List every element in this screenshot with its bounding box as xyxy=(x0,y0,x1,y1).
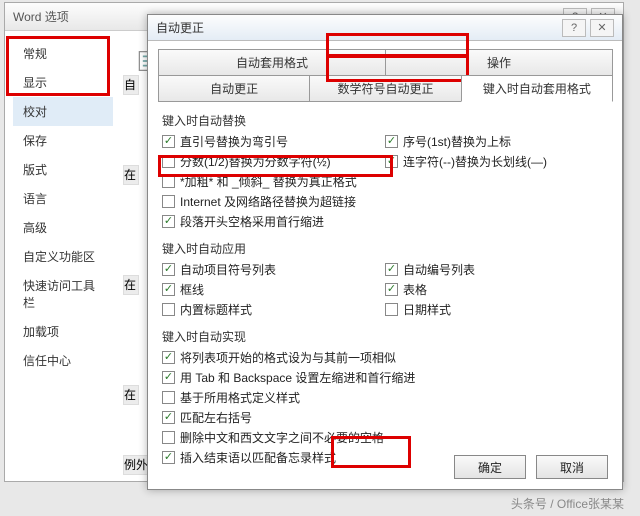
autocorrect-dialog: 自动更正 ? ✕ 自动套用格式 操作 自动更正 数学符号自动更正 键入时自动套用… xyxy=(147,14,623,490)
section-apply: 键入时自动应用 自动项目符号列表 自动编号列表 框线 表格 内置标题样式 日期样… xyxy=(162,240,608,318)
chk-heading-styles[interactable] xyxy=(162,303,175,316)
sidebar-item-general[interactable]: 常规 xyxy=(13,39,113,68)
sidebar-item-trust[interactable]: 信任中心 xyxy=(13,346,113,375)
chk-tab-backspace[interactable] xyxy=(162,371,175,384)
chk-indent[interactable] xyxy=(162,215,175,228)
chk-memo-closing[interactable] xyxy=(162,451,175,464)
chk-number-list[interactable] xyxy=(385,263,398,276)
child-title: 自动更正 xyxy=(156,19,204,36)
chk-bold-italic[interactable] xyxy=(162,175,175,188)
section-title: 键入时自动替换 xyxy=(162,112,608,129)
chk-tables[interactable] xyxy=(385,283,398,296)
section-auto: 键入时自动实现 将列表项开始的格式设为与其前一项相似 用 Tab 和 Backs… xyxy=(162,328,608,466)
chk-fractions[interactable] xyxy=(162,155,175,168)
sidebar: 常规 显示 校对 保存 版式 语言 高级 自定义功能区 快速访问工具栏 加载项 … xyxy=(13,39,113,469)
ok-button[interactable]: 确定 xyxy=(454,455,526,479)
chk-quotes[interactable] xyxy=(162,135,175,148)
chk-ordinals[interactable] xyxy=(385,135,398,148)
tab-autoformat-typing[interactable]: 键入时自动套用格式 xyxy=(461,75,613,102)
tab-actions[interactable]: 操作 xyxy=(385,49,613,76)
parent-title: Word 选项 xyxy=(13,8,69,25)
chk-define-styles[interactable] xyxy=(162,391,175,404)
chk-internet[interactable] xyxy=(162,195,175,208)
sidebar-item-qat[interactable]: 快速访问工具栏 xyxy=(13,271,113,317)
sidebar-item-proofing[interactable]: 校对 xyxy=(13,97,113,126)
sidebar-item-customize-ribbon[interactable]: 自定义功能区 xyxy=(13,242,113,271)
sidebar-item-addins[interactable]: 加载项 xyxy=(13,317,113,346)
child-help-button[interactable]: ? xyxy=(562,19,586,37)
sidebar-item-layout[interactable]: 版式 xyxy=(13,155,113,184)
section-title: 键入时自动应用 xyxy=(162,240,608,257)
chk-brackets[interactable] xyxy=(162,411,175,424)
child-close-button[interactable]: ✕ xyxy=(590,19,614,37)
chk-cjk-spaces[interactable] xyxy=(162,431,175,444)
tabs: 自动套用格式 操作 自动更正 数学符号自动更正 键入时自动套用格式 xyxy=(158,49,612,102)
child-titlebar: 自动更正 ? ✕ xyxy=(148,15,622,41)
chk-borders[interactable] xyxy=(162,283,175,296)
cancel-button[interactable]: 取消 xyxy=(536,455,608,479)
tab-autocorrect[interactable]: 自动更正 xyxy=(158,75,310,102)
sidebar-item-advanced[interactable]: 高级 xyxy=(13,213,113,242)
watermark: 头条号 / Office张某某 xyxy=(511,495,624,512)
button-bar: 确定 取消 xyxy=(454,455,608,479)
tab-math[interactable]: 数学符号自动更正 xyxy=(309,75,461,102)
tab-autoformat[interactable]: 自动套用格式 xyxy=(158,49,386,76)
sidebar-item-language[interactable]: 语言 xyxy=(13,184,113,213)
section-stub: 自 xyxy=(123,75,139,95)
chk-hyphens[interactable] xyxy=(385,155,398,168)
section-title: 键入时自动实现 xyxy=(162,328,608,345)
section-stub: 在 xyxy=(123,165,139,185)
section-stub: 在 xyxy=(123,385,139,405)
section-replace: 键入时自动替换 直引号替换为弯引号 序号(1st)替换为上标 分数(1/2)替换… xyxy=(162,112,608,230)
sidebar-item-save[interactable]: 保存 xyxy=(13,126,113,155)
section-stub: 在 xyxy=(123,275,139,295)
chk-bullet-list[interactable] xyxy=(162,263,175,276)
chk-list-format[interactable] xyxy=(162,351,175,364)
sidebar-item-display[interactable]: 显示 xyxy=(13,68,113,97)
chk-date-style[interactable] xyxy=(385,303,398,316)
